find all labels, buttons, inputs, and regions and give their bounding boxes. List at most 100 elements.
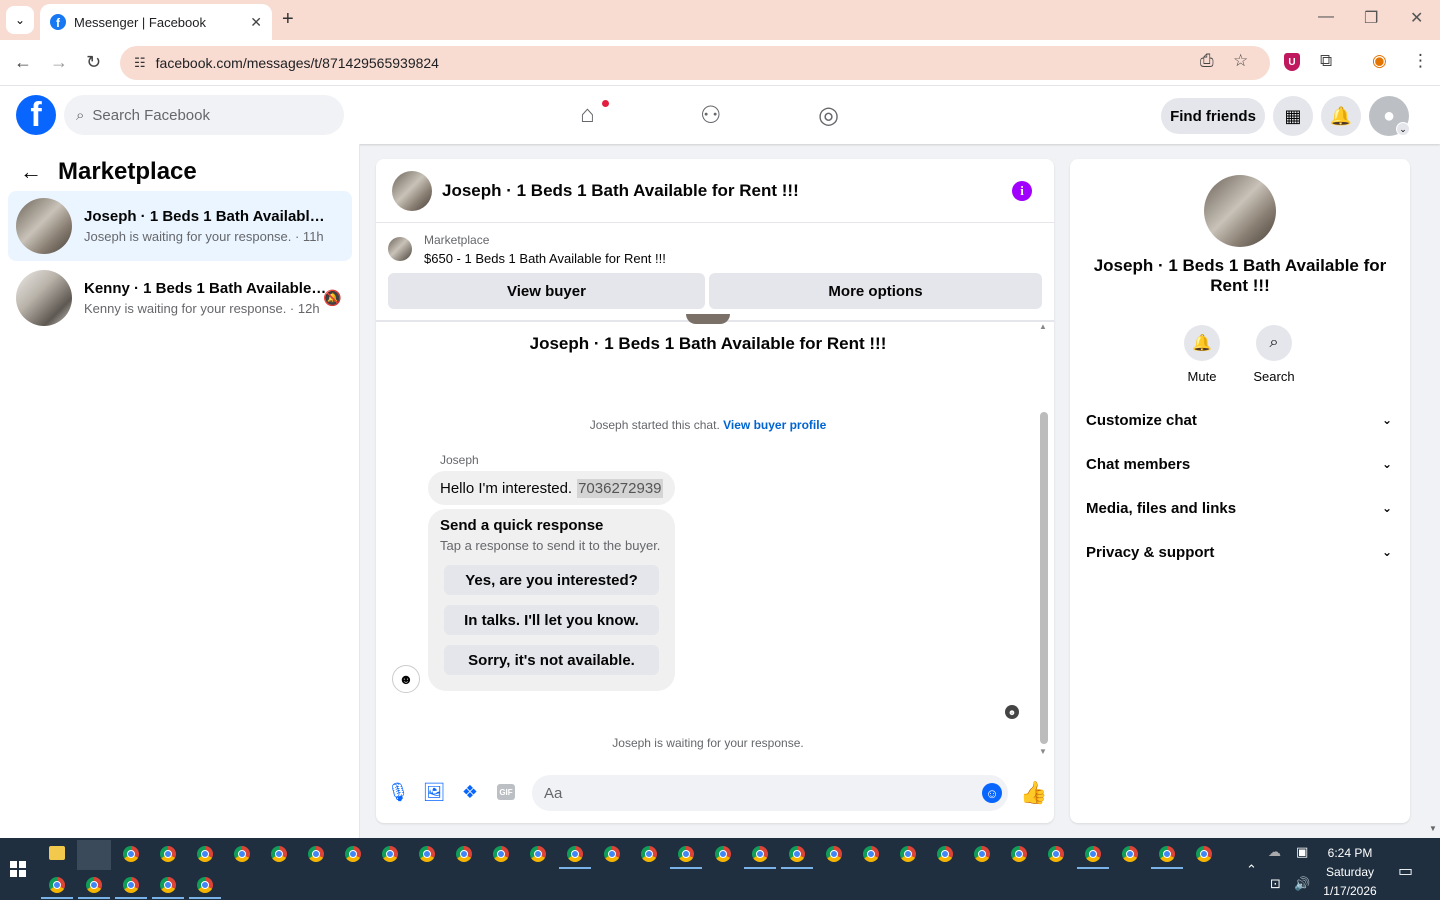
chrome-taskbar-icon[interactable]: [160, 877, 176, 893]
chrome-taskbar-icon[interactable]: [493, 846, 509, 862]
windows-start-icon[interactable]: [10, 861, 26, 877]
back-icon[interactable]: ←: [14, 52, 32, 73]
chrome-taskbar-icon[interactable]: [382, 846, 398, 862]
thumbs-up-icon[interactable]: 👍: [1020, 780, 1047, 806]
attach-photo-icon[interactable]: 🖼: [423, 781, 446, 803]
account-chevron-icon[interactable]: ⌄: [1396, 122, 1410, 136]
chrome-taskbar-icon[interactable]: [123, 877, 139, 893]
taskbar-active-app[interactable]: [77, 840, 111, 870]
chrome-taskbar-icon[interactable]: [1085, 846, 1101, 862]
chrome-taskbar-icon[interactable]: [1011, 846, 1027, 862]
view-buyer-button[interactable]: View buyer: [388, 273, 705, 309]
customize-chat-row[interactable]: Customize chat ⌄: [1086, 400, 1394, 440]
restore-icon[interactable]: ❐: [1364, 8, 1378, 28]
chrome-taskbar-icon[interactable]: [789, 846, 805, 862]
emoji-icon[interactable]: ☺: [982, 783, 1002, 803]
chrome-taskbar-icon[interactable]: [123, 846, 139, 862]
friends-icon[interactable]: ⚇: [700, 101, 722, 130]
chrome-taskbar-icon[interactable]: [456, 846, 472, 862]
groups-icon[interactable]: ◎: [818, 101, 839, 130]
home-icon[interactable]: ⌂: [580, 101, 595, 129]
ublock-extension-icon[interactable]: U: [1284, 53, 1300, 71]
scrollbar-thumb[interactable]: [1040, 412, 1048, 744]
chrome-taskbar-icon[interactable]: [530, 846, 546, 862]
mute-action[interactable]: 🔔 Mute: [1172, 325, 1232, 384]
chrome-taskbar-icon[interactable]: [567, 846, 583, 862]
volume-icon[interactable]: 🔊: [1294, 876, 1310, 892]
meet-now-icon[interactable]: ▣: [1296, 844, 1308, 860]
chrome-taskbar-icon[interactable]: [641, 846, 657, 862]
search-icon[interactable]: ⌕: [1256, 325, 1292, 361]
chrome-taskbar-icon[interactable]: [678, 846, 694, 862]
view-buyer-profile-link[interactable]: View buyer profile: [723, 418, 826, 432]
chrome-taskbar-icon[interactable]: [1196, 846, 1212, 862]
tab-close-icon[interactable]: ✕: [250, 14, 262, 31]
address-bar[interactable]: ☷ facebook.com/messages/t/87142956593982…: [120, 46, 1270, 80]
install-app-icon[interactable]: ⎙: [1200, 51, 1214, 71]
message-input[interactable]: Aa: [532, 775, 1008, 811]
extensions-icon[interactable]: ⧉: [1320, 51, 1332, 71]
file-explorer-icon[interactable]: [49, 846, 65, 860]
chat-members-row[interactable]: Chat members ⌄: [1086, 444, 1394, 484]
chrome-taskbar-icon[interactable]: [308, 846, 324, 862]
more-options-button[interactable]: More options: [709, 273, 1042, 309]
chrome-taskbar-icon[interactable]: [863, 846, 879, 862]
chrome-taskbar-icon[interactable]: [197, 846, 213, 862]
chrome-taskbar-icon[interactable]: [197, 877, 213, 893]
sticker-icon[interactable]: ❖: [459, 781, 481, 803]
new-tab-icon[interactable]: +: [282, 8, 294, 31]
search-action[interactable]: ⌕ Search: [1244, 325, 1304, 384]
chrome-taskbar-icon[interactable]: [1048, 846, 1064, 862]
chrome-taskbar-icon[interactable]: [752, 846, 768, 862]
chrome-taskbar-icon[interactable]: [900, 846, 916, 862]
onedrive-icon[interactable]: ☁: [1268, 844, 1281, 860]
profile-icon[interactable]: ◉: [1372, 51, 1387, 71]
chrome-taskbar-icon[interactable]: [715, 846, 731, 862]
microphone-icon[interactable]: 🎙: [387, 781, 410, 803]
media-files-links-row[interactable]: Media, files and links ⌄: [1086, 488, 1394, 528]
browser-menu-icon[interactable]: ⋮: [1412, 51, 1429, 71]
chrome-taskbar-icon[interactable]: [86, 877, 102, 893]
chrome-taskbar-icon[interactable]: [1122, 846, 1138, 862]
chrome-taskbar-icon[interactable]: [604, 846, 620, 862]
sender-avatar[interactable]: ☻: [392, 665, 420, 693]
minimize-icon[interactable]: —: [1318, 8, 1334, 26]
quick-reply-button[interactable]: Yes, are you interested?: [444, 565, 659, 595]
quick-reply-button[interactable]: In talks. I'll let you know.: [444, 605, 659, 635]
scroll-up-icon[interactable]: ▲: [1039, 322, 1047, 331]
bookmark-star-icon[interactable]: ☆: [1233, 51, 1248, 71]
chrome-taskbar-icon[interactable]: [419, 846, 435, 862]
conversation-item-kenny[interactable]: Kenny · 1 Beds 1 Bath Available for Rent…: [8, 263, 352, 333]
page-scroll-down-icon[interactable]: ▼: [1429, 824, 1437, 833]
site-info-icon[interactable]: ☷: [134, 55, 146, 71]
chrome-taskbar-icon[interactable]: [160, 846, 176, 862]
chrome-taskbar-icon[interactable]: [937, 846, 953, 862]
chrome-taskbar-icon[interactable]: [234, 846, 250, 862]
forward-icon[interactable]: →: [50, 52, 68, 73]
reload-icon[interactable]: ↻: [86, 52, 101, 73]
back-arrow-icon[interactable]: ←: [20, 159, 42, 185]
chrome-taskbar-icon[interactable]: [974, 846, 990, 862]
chrome-taskbar-icon[interactable]: [826, 846, 842, 862]
chrome-taskbar-icon[interactable]: [49, 877, 65, 893]
menu-grid-icon[interactable]: ▦: [1273, 96, 1313, 136]
tray-chevron-icon[interactable]: ⌃: [1246, 862, 1257, 878]
marketplace-listing[interactable]: Marketplace $650 - 1 Beds 1 Bath Availab…: [388, 233, 666, 266]
network-icon[interactable]: ⊡: [1270, 876, 1281, 892]
gif-icon[interactable]: GIF: [497, 784, 515, 800]
details-avatar[interactable]: [1204, 175, 1276, 247]
chat-header-avatar[interactable]: [392, 170, 432, 211]
privacy-support-row[interactable]: Privacy & support ⌄: [1086, 532, 1394, 572]
close-window-icon[interactable]: ✕: [1410, 8, 1423, 28]
message-phone-number[interactable]: 7036272939: [577, 478, 663, 498]
tab-search-chevron-icon[interactable]: ⌄: [6, 6, 34, 34]
chat-header-title[interactable]: Joseph · 1 Beds 1 Bath Available for Ren…: [442, 181, 799, 201]
chrome-taskbar-icon[interactable]: [271, 846, 287, 862]
quick-reply-button[interactable]: Sorry, it's not available.: [444, 645, 659, 675]
incoming-message-bubble[interactable]: Hello I'm interested. 7036272939: [428, 471, 675, 505]
thread-scrollbar[interactable]: ▲ ▼: [1039, 322, 1049, 762]
browser-tab[interactable]: f Messenger | Facebook ✕: [40, 4, 272, 40]
facebook-search-input[interactable]: ⌕ Search Facebook: [64, 95, 344, 135]
scroll-down-icon[interactable]: ▼: [1039, 747, 1047, 756]
bell-icon[interactable]: 🔔: [1184, 325, 1220, 361]
